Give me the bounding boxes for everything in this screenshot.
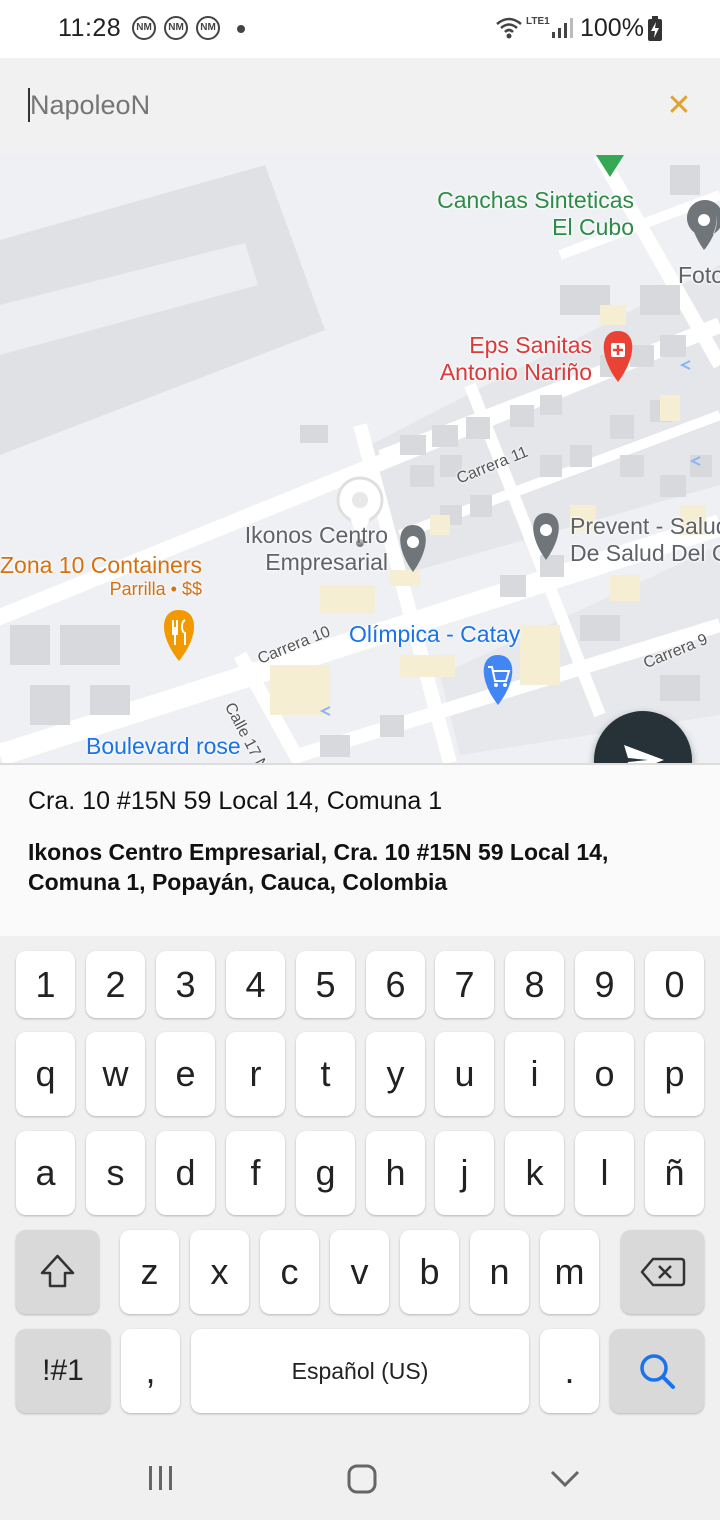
key-i[interactable]: i [505, 1032, 564, 1116]
key-y[interactable]: y [366, 1032, 425, 1116]
notification-icon: NM [196, 16, 220, 40]
notification-icon: NM [132, 16, 156, 40]
key-t[interactable]: t [296, 1032, 355, 1116]
period-key[interactable]: . [540, 1329, 599, 1413]
search-bar: ✕ [0, 58, 720, 155]
key-m[interactable]: m [540, 1230, 599, 1314]
key-9[interactable]: 9 [575, 951, 634, 1018]
search-icon [640, 1354, 675, 1389]
battery-icon [648, 16, 662, 41]
search-key[interactable] [610, 1329, 704, 1413]
map-place-label[interactable]: Zona 10 Containers Parrilla • $$ [0, 552, 202, 600]
key-g[interactable]: g [296, 1131, 355, 1215]
key-b[interactable]: b [400, 1230, 459, 1314]
key-x[interactable]: x [190, 1230, 249, 1314]
place-name-line: Prevent - Salud [570, 513, 720, 539]
shift-key[interactable] [16, 1230, 99, 1314]
map-place-label[interactable]: Ikonos Centro Empresarial [236, 522, 388, 576]
recent-apps-icon[interactable] [146, 1464, 176, 1492]
more-notifications-dot [237, 25, 245, 33]
map-view[interactable]: Canchas Sinteticas El Cubo Foto Eps Sani… [0, 155, 720, 763]
key-p[interactable]: p [645, 1032, 704, 1116]
key-8[interactable]: 8 [505, 951, 564, 1018]
battery-percent: 100% [580, 14, 644, 42]
key-l[interactable]: l [575, 1131, 634, 1215]
map-place-label[interactable]: Foto [678, 262, 720, 289]
map-place-label[interactable]: Olímpica - Catay [349, 621, 520, 648]
search-input[interactable] [30, 84, 630, 126]
place-name-line: De Salud Del C [570, 540, 720, 566]
key-o[interactable]: o [575, 1032, 634, 1116]
place-name-line: Eps Sanitas [469, 332, 592, 358]
close-icon[interactable]: ✕ [664, 88, 694, 124]
key-7[interactable]: 7 [435, 951, 494, 1018]
result-full-address[interactable]: Ikonos Centro Empresarial, Cra. 10 #15N … [28, 837, 668, 897]
key-r[interactable]: r [226, 1032, 285, 1116]
key-e[interactable]: e [156, 1032, 215, 1116]
key-2[interactable]: 2 [86, 951, 145, 1018]
key-a[interactable]: a [16, 1131, 75, 1215]
place-name-line: Empresarial [265, 549, 388, 575]
key-3[interactable]: 3 [156, 951, 215, 1018]
notification-icon: NM [164, 16, 188, 40]
key-k[interactable]: k [505, 1131, 564, 1215]
back-icon[interactable] [549, 1468, 581, 1490]
key-q[interactable]: q [16, 1032, 75, 1116]
space-key[interactable]: Español (US) [191, 1329, 529, 1413]
place-name-line: Parrilla • $$ [109, 579, 202, 599]
wifi-icon [496, 17, 522, 39]
status-bar: 11:28 NM NM NM LTE1 100% [0, 0, 720, 58]
result-panel[interactable]: Cra. 10 #15N 59 Local 14, Comuna 1 Ikono… [0, 763, 720, 936]
key-5[interactable]: 5 [296, 951, 355, 1018]
backspace-icon [640, 1257, 686, 1287]
lte-label: LTE1 [526, 16, 550, 27]
place-name-line: Zona 10 Containers [0, 552, 202, 578]
map-place-label[interactable]: Eps Sanitas Antonio Nariño [432, 332, 592, 386]
result-short-address[interactable]: Cra. 10 #15N 59 Local 14, Comuna 1 [28, 787, 442, 816]
key-d[interactable]: d [156, 1131, 215, 1215]
shift-icon [40, 1254, 75, 1288]
key-c[interactable]: c [260, 1230, 319, 1314]
place-name-line: Antonio Nariño [439, 359, 592, 385]
key-s[interactable]: s [86, 1131, 145, 1215]
key-1[interactable]: 1 [16, 951, 75, 1018]
map-canvas [0, 155, 720, 763]
map-place-label[interactable]: Boulevard rose [86, 733, 241, 760]
key-z[interactable]: z [120, 1230, 179, 1314]
signal-icon [552, 18, 573, 38]
home-icon[interactable] [346, 1464, 378, 1494]
backspace-key[interactable] [621, 1230, 704, 1314]
map-place-label[interactable]: Prevent - Salud De Salud Del C [570, 513, 720, 567]
comma-key[interactable]: , [121, 1329, 180, 1413]
key-f[interactable]: f [226, 1131, 285, 1215]
clock: 11:28 [58, 14, 122, 42]
keyboard: 1 2 3 4 5 6 7 8 9 0 q w e r t y u i o p … [0, 936, 720, 1434]
place-name-line: Ikonos Centro [244, 522, 388, 548]
key-enye[interactable]: ñ [645, 1131, 704, 1215]
key-6[interactable]: 6 [366, 951, 425, 1018]
key-w[interactable]: w [86, 1032, 145, 1116]
navigation-bar [0, 1434, 720, 1520]
place-name-line: Canchas Sinteticas [437, 187, 634, 213]
key-j[interactable]: j [435, 1131, 494, 1215]
place-name-line: El Cubo [552, 214, 634, 240]
key-n[interactable]: n [470, 1230, 529, 1314]
symbols-key[interactable]: !#1 [16, 1329, 110, 1413]
key-v[interactable]: v [330, 1230, 389, 1314]
key-4[interactable]: 4 [226, 951, 285, 1018]
key-u[interactable]: u [435, 1032, 494, 1116]
map-place-label[interactable]: Canchas Sinteticas El Cubo [430, 187, 634, 241]
key-h[interactable]: h [366, 1131, 425, 1215]
key-0[interactable]: 0 [645, 951, 704, 1018]
